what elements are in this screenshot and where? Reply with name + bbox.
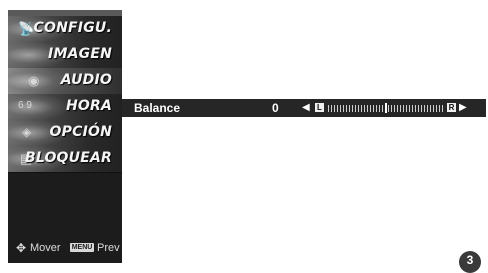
menu-item-label: CONFIGU. bbox=[33, 20, 112, 36]
menu-item-opcion[interactable]: ◈ OPCIÓN bbox=[8, 120, 122, 147]
main-menu-panel: 📡 CONFIGU. IMAGEN ◉ AUDIO 6 9 HORA ◈ OPC… bbox=[8, 10, 122, 263]
speaker-glyph-icon: ◉ bbox=[28, 73, 40, 88]
clock-icon bbox=[8, 94, 68, 120]
move-hint-label: Mover bbox=[30, 242, 61, 254]
menu-item-label: AUDIO bbox=[60, 72, 112, 88]
menu-item-label: BLOQUEAR bbox=[24, 150, 112, 166]
page-number-badge: 3 bbox=[459, 251, 481, 273]
right-channel-marker: R bbox=[447, 103, 456, 112]
menu-item-audio[interactable]: ◉ AUDIO bbox=[8, 68, 122, 95]
menu-item-label: HORA bbox=[65, 98, 112, 114]
menu-key-icon: MENU bbox=[70, 243, 94, 252]
menu-item-label: OPCIÓN bbox=[49, 124, 112, 140]
four-way-arrow-icon: ✥ bbox=[16, 241, 27, 255]
menu-item-label: IMAGEN bbox=[48, 46, 112, 62]
menu-item-bloquear[interactable]: ▤ BLOQUEAR bbox=[8, 146, 122, 173]
arrow-right-icon[interactable]: ▶ bbox=[459, 102, 467, 113]
arrow-left-icon[interactable]: ◀ bbox=[302, 102, 310, 113]
balance-setting-row[interactable]: Balance 0 ◀ L R ▶ bbox=[122, 99, 486, 117]
clock-digits-icon: 6 9 bbox=[18, 100, 32, 111]
balance-label: Balance bbox=[134, 101, 181, 115]
navigation-legend: ✥ Mover MENU Prev bbox=[12, 240, 122, 256]
menu-item-configu[interactable]: 📡 CONFIGU. bbox=[8, 16, 122, 43]
menu-item-imagen[interactable]: IMAGEN bbox=[8, 42, 122, 69]
left-channel-marker: L bbox=[315, 103, 324, 112]
satellite-dish-glyph-icon: 📡 bbox=[18, 21, 35, 36]
prev-hint-label: Prev bbox=[97, 242, 120, 254]
balance-value: 0 bbox=[272, 101, 279, 115]
option-tag-icon: ◈ bbox=[22, 125, 32, 139]
balance-slider-handle[interactable] bbox=[385, 103, 387, 113]
menu-item-hora[interactable]: 6 9 HORA bbox=[8, 94, 122, 121]
